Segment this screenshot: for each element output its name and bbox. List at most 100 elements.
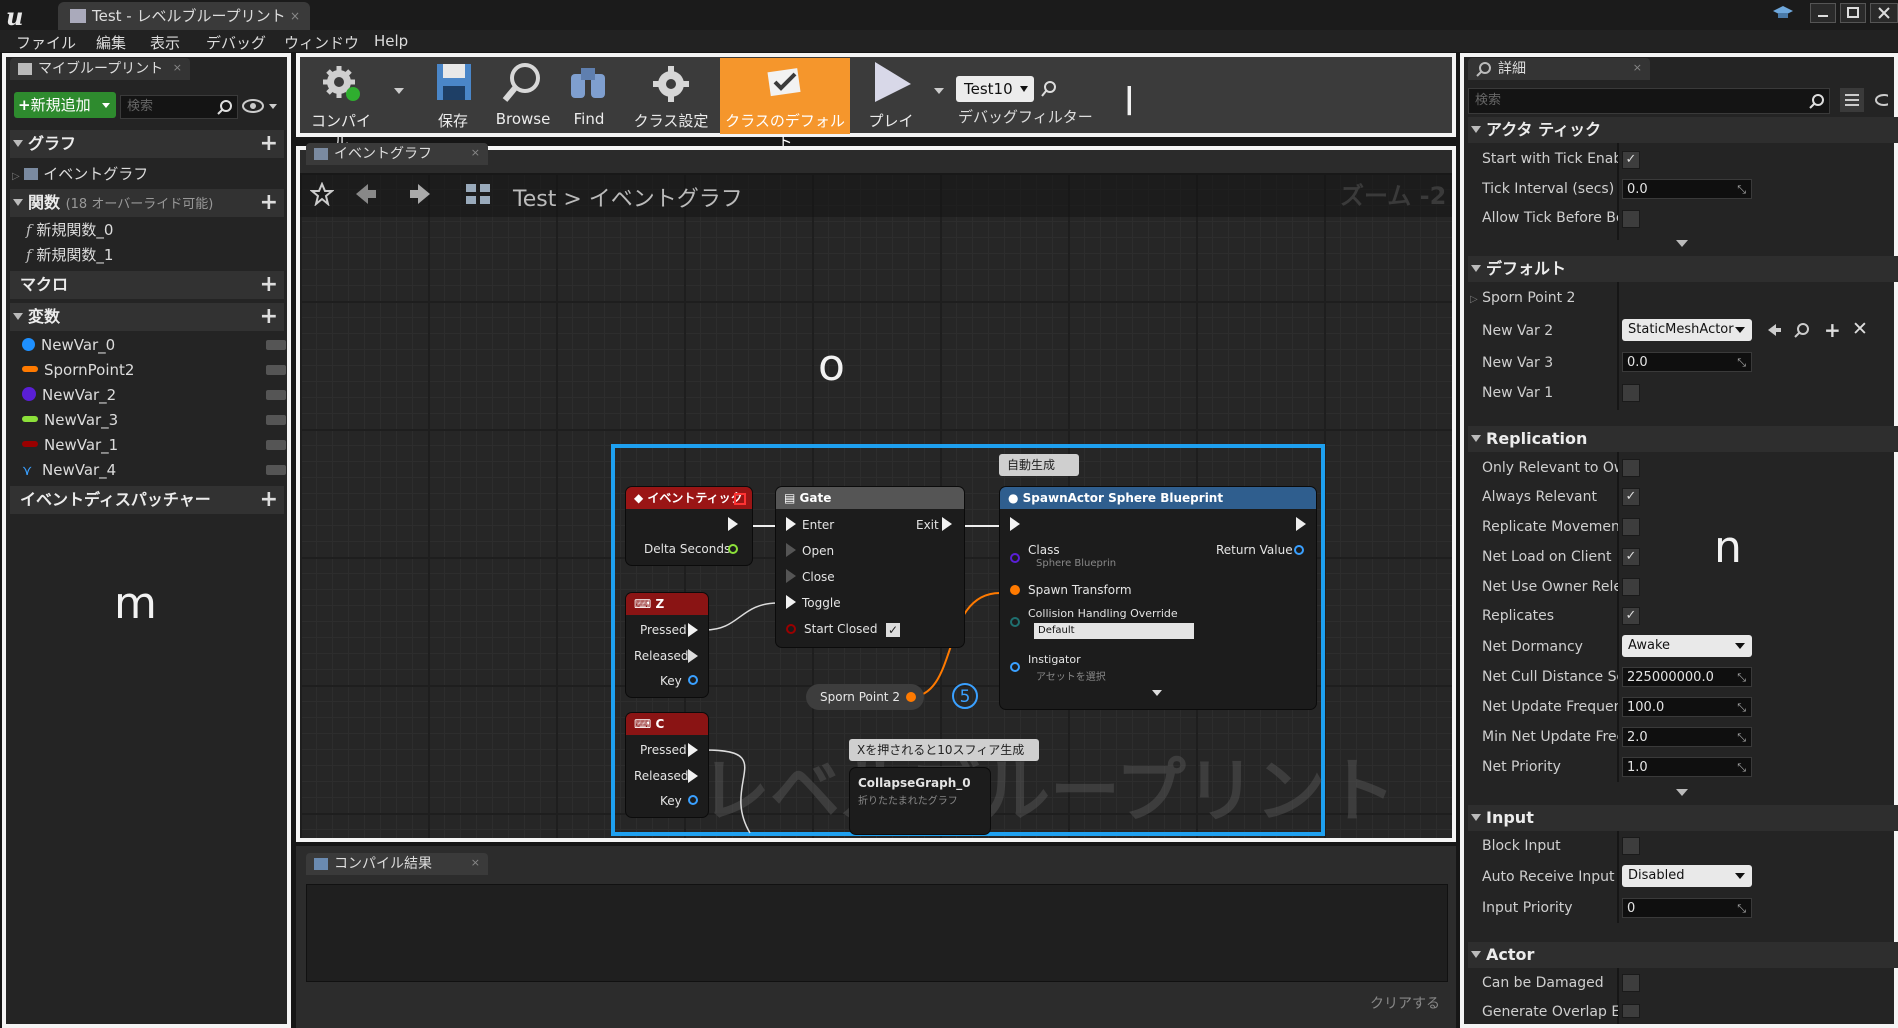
use-selected-arrow-icon[interactable] (1766, 322, 1782, 338)
class-settings-button[interactable]: クラス設定 (628, 60, 714, 134)
net-dormancy-select[interactable]: Awake (1622, 635, 1752, 657)
details-tab[interactable]: 詳細 × (1468, 58, 1650, 80)
clear-element-icon[interactable]: ✕ (1852, 318, 1868, 340)
c-released-pin[interactable] (688, 769, 698, 783)
graduation-cap-icon[interactable] (1772, 4, 1794, 22)
my-blueprint-tab[interactable]: マイブループリント × (10, 58, 190, 80)
variable-item[interactable]: NewVar_0 (22, 336, 115, 354)
eye-icon[interactable] (266, 440, 286, 450)
exec-out-pin[interactable] (728, 517, 738, 531)
new-var-1-checkbox[interactable] (1622, 384, 1640, 402)
replicate-movement-checkbox[interactable] (1622, 518, 1640, 536)
compile-results-close-icon[interactable]: × (471, 856, 480, 869)
event-graph-tab[interactable]: イベントグラフ × (306, 143, 488, 165)
gate-enter-pin[interactable] (786, 517, 796, 531)
instigator-value-select[interactable]: アセットを選択 (1036, 668, 1106, 683)
debug-search-icon[interactable] (1040, 80, 1058, 98)
always-relevant-checkbox[interactable]: ✓ (1622, 488, 1640, 506)
compile-button[interactable]: コンパイル (306, 60, 376, 151)
generate-overlap-checkbox[interactable] (1622, 1004, 1640, 1018)
play-button[interactable]: プレイ (858, 60, 924, 134)
close-window-button[interactable] (1870, 3, 1898, 23)
menu-view[interactable]: 表示 (150, 32, 180, 53)
class-pin[interactable] (1010, 553, 1020, 563)
z-key-pin[interactable] (688, 675, 698, 685)
auto-receive-select[interactable]: Disabled (1622, 865, 1752, 887)
return-value-pin[interactable] (1294, 545, 1304, 555)
details-close-icon[interactable]: × (1633, 61, 1642, 74)
view-options-eye-icon[interactable] (1874, 94, 1893, 106)
find-button[interactable]: Find (560, 60, 618, 134)
only-relevant-checkbox[interactable] (1622, 459, 1640, 477)
section-graph[interactable]: グラフ + (10, 130, 284, 158)
graph-item-event-graph[interactable]: ▷ イベントグラフ (12, 163, 148, 184)
view-options-button[interactable] (242, 98, 280, 114)
clear-button[interactable]: クリアする (1370, 993, 1440, 1013)
eye-icon[interactable] (266, 390, 286, 400)
collision-pin[interactable] (1010, 617, 1020, 627)
net-cull-field[interactable]: 225000000.0 ⤡ (1622, 667, 1752, 687)
details-search-input[interactable]: 検索 (1468, 88, 1830, 114)
variable-item[interactable]: NewVar_2 (22, 386, 116, 404)
start-closed-checkbox[interactable]: ✓ (886, 623, 900, 637)
z-pressed-pin[interactable] (688, 623, 698, 637)
compile-options-chevron-icon[interactable] (394, 88, 404, 94)
spawn-exec-out-pin[interactable] (1296, 517, 1306, 531)
section-default[interactable]: デフォルト (1468, 256, 1898, 282)
eye-icon[interactable] (266, 465, 286, 475)
variable-item[interactable]: SpornPoint2 (22, 361, 134, 379)
section-macros[interactable]: マクロ + (10, 271, 284, 299)
minimize-button[interactable] (1810, 3, 1836, 23)
section-event-dispatchers[interactable]: イベントディスパッチャー + (10, 486, 284, 514)
menu-edit[interactable]: 編集 (96, 32, 126, 53)
browse-button[interactable]: Browse (488, 60, 558, 134)
compile-results-tab[interactable]: コンパイル結果 × (306, 853, 488, 875)
advanced-expand-icon[interactable] (1152, 690, 1162, 696)
spawn-actor-node[interactable]: ● SpawnActor Sphere Blueprint Class Sphe… (1000, 487, 1316, 709)
collision-select[interactable]: Default (1034, 623, 1194, 639)
maximize-button[interactable] (1840, 3, 1866, 23)
z-key-node[interactable]: ⌨ Z Pressed Released Key (626, 593, 708, 697)
min-net-update-field[interactable]: 2.0 ⤡ (1622, 727, 1752, 747)
class-value-select[interactable]: Sphere Blueprin (1036, 558, 1116, 569)
menu-window[interactable]: ウィンドウ (284, 32, 359, 53)
instigator-pin[interactable] (1010, 662, 1020, 672)
browse-asset-icon[interactable] (1794, 322, 1810, 338)
gate-toggle-pin[interactable] (786, 595, 796, 609)
replicates-checkbox[interactable]: ✓ (1622, 607, 1640, 625)
add-macro-icon[interactable]: + (260, 271, 278, 299)
start-closed-pin[interactable] (786, 624, 796, 634)
z-released-pin[interactable] (688, 649, 698, 663)
document-tab[interactable]: Test - レベルブループリント × (58, 2, 310, 30)
add-new-button[interactable]: +新規追加 (14, 92, 116, 118)
net-use-owner-checkbox[interactable] (1622, 578, 1640, 596)
add-graph-icon[interactable]: + (260, 130, 278, 158)
spawn-transform-pin[interactable] (1010, 585, 1020, 595)
add-element-icon[interactable]: + (1824, 318, 1841, 342)
add-function-icon[interactable]: + (260, 189, 278, 217)
variable-item[interactable]: NewVar_3 (22, 411, 118, 429)
comment-bubble-auto[interactable]: 自動生成 (999, 454, 1079, 476)
event-tick-node[interactable]: ◆ イベントティック Delta Seconds (626, 487, 752, 565)
play-options-chevron-icon[interactable] (934, 88, 944, 94)
sporn-point-property[interactable]: ▷ Sporn Point 2 (1470, 290, 1606, 306)
collapse-graph-node[interactable]: CollapseGraph_0 折りたたまれたグラフ (850, 768, 990, 834)
eye-icon[interactable] (266, 365, 286, 375)
input-priority-field[interactable]: 0 ⤡ (1622, 898, 1752, 918)
net-priority-field[interactable]: 1.0 ⤡ (1622, 757, 1752, 777)
net-load-checkbox[interactable]: ✓ (1622, 548, 1640, 566)
eye-icon[interactable] (266, 415, 286, 425)
save-button[interactable]: 保存 (420, 60, 486, 134)
sporn-point-node[interactable]: Sporn Point 2 (806, 684, 924, 710)
gate-close-pin[interactable] (786, 569, 796, 583)
spawn-exec-in-pin[interactable] (1010, 517, 1020, 531)
comment-bubble-x[interactable]: Xを押されると10スフィア生成 (849, 739, 1039, 761)
section-replication[interactable]: Replication (1468, 426, 1898, 452)
section-actor[interactable]: Actor (1468, 942, 1898, 968)
allow-tick-checkbox[interactable] (1622, 210, 1640, 228)
function-item-1[interactable]: f 新規関数_1 (26, 244, 113, 265)
c-pressed-pin[interactable] (688, 743, 698, 757)
section-actor-tick[interactable]: アクタ ティック (1468, 117, 1898, 143)
event-graph-close-icon[interactable]: × (471, 146, 480, 159)
gate-exit-pin[interactable] (942, 517, 952, 531)
